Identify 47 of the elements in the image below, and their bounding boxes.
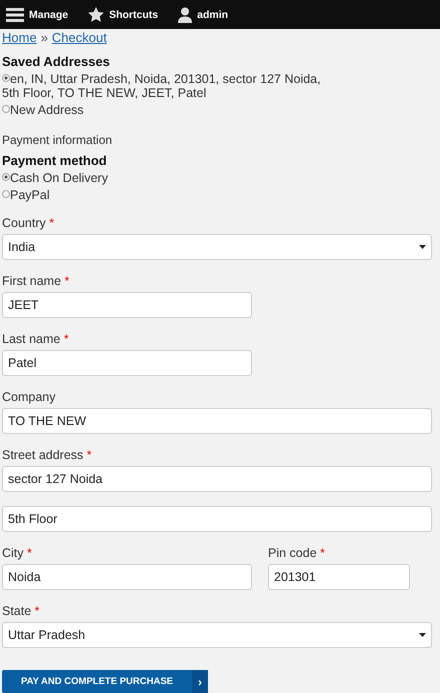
toolbar-link[interactable]: Manage [6,8,68,22]
required-mark: * [320,546,326,560]
menu-icon [6,8,24,22]
dropdown-caret-icon [419,633,426,637]
address-option[interactable]: New Address [2,103,332,117]
field-label: First name * [2,274,70,288]
field-label: Pin code * [268,546,326,560]
breadcrumb-separator: » [40,30,48,47]
payment-option[interactable]: PayPal [2,188,332,202]
field-label: Country * [2,216,56,230]
select-field[interactable]: Uttar Pradesh [2,622,432,648]
field-label: State * [2,604,41,618]
address-option[interactable]: en, IN, Uttar Pradesh, Noida, 201301, sector 127 Noida, 5th Floor, TO THE NEW, JEET, Patel [2,72,332,100]
radio-button[interactable] [2,105,10,113]
input-field[interactable]: sector 127 Noida [2,466,432,492]
input-field[interactable]: Noida [2,564,252,590]
radio-button[interactable] [2,74,10,82]
radio-button[interactable] [2,173,10,181]
user-icon [178,6,192,22]
toolbar-link[interactable]: admin [178,6,228,22]
required-mark: * [49,216,54,230]
input-field[interactable]: TO THE NEW [2,408,432,434]
input-field[interactable]: Patel [2,350,252,376]
required-mark: * [27,546,32,560]
toolbar-link[interactable]: Shortcuts [88,7,158,22]
field-label: City * [2,546,33,560]
section-title: Payment information [2,133,114,147]
input-field[interactable]: JEET [2,292,252,318]
select-field[interactable]: India [2,234,432,260]
field-label: Street address * [2,448,93,462]
breadcrumb-link[interactable]: Home [2,30,37,48]
field-label: Last name * [2,332,70,346]
dropdown-caret-icon [419,245,426,249]
field-label: Company [2,390,56,404]
input-field[interactable]: 201301 [268,564,410,590]
pay-button[interactable]: PAY AND COMPLETE PURCHASE › [2,670,208,693]
radio-button[interactable] [2,190,10,198]
section-heading: Payment method [2,153,108,168]
required-mark: * [86,448,92,462]
star-icon [88,7,104,22]
required-mark: * [64,274,70,288]
input-field[interactable]: 5th Floor [2,506,432,532]
required-mark: * [34,604,40,618]
breadcrumb-link[interactable]: Checkout [52,30,107,48]
section-heading: Saved Addresses [2,54,111,69]
required-mark: * [64,332,69,346]
payment-option[interactable]: Cash On Delivery [2,171,332,185]
